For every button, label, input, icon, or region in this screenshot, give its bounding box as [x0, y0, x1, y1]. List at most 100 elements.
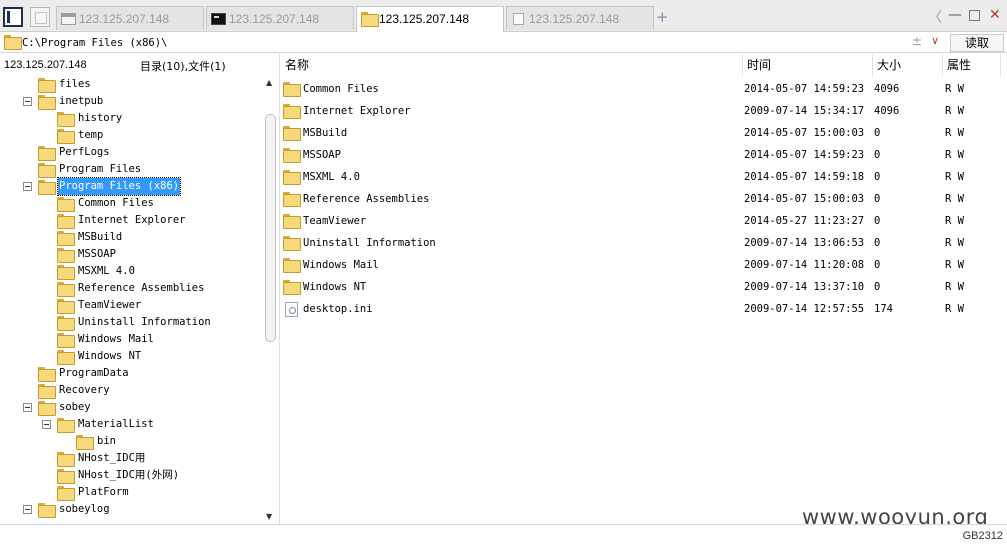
encoding-label[interactable]: GB2312 — [963, 530, 1003, 542]
file-list-header: 名称 时间 大小 属性 — [281, 54, 1007, 76]
file-row[interactable]: Windows NT 2009-07-14 13:37:10 0 R W — [281, 276, 1007, 298]
file-name: desktop.ini — [303, 303, 373, 315]
file-row[interactable]: TeamViewer 2014-05-27 11:23:27 0 R W — [281, 210, 1007, 232]
file-row[interactable]: MSSOAP 2014-05-07 14:59:23 0 R W — [281, 144, 1007, 166]
path-input[interactable] — [22, 36, 902, 50]
read-button[interactable]: 读取 — [950, 34, 1004, 52]
file-row[interactable]: Internet Explorer 2009-07-14 15:34:17 40… — [281, 100, 1007, 122]
folder-icon — [283, 170, 301, 185]
file-row[interactable]: Uninstall Information 2009-07-14 13:06:5… — [281, 232, 1007, 254]
file-time: 2014-05-07 14:59:23 — [744, 149, 865, 161]
file-name: Uninstall Information — [303, 237, 436, 249]
settings-file-icon — [285, 302, 298, 317]
file-name: MSXML 4.0 — [303, 171, 360, 183]
address-bar: ± ∨ 读取 — [0, 33, 1007, 53]
file-size: 0 — [874, 259, 881, 271]
folder-icon — [283, 280, 301, 295]
tab-list-button[interactable] — [30, 7, 50, 27]
file-row[interactable]: MSXML 4.0 2014-05-07 14:59:18 0 R W — [281, 166, 1007, 188]
folder-icon — [38, 146, 56, 161]
file-name: Common Files — [303, 83, 379, 95]
back-icon[interactable]: 〈 — [928, 7, 942, 27]
file-time: 2009-07-14 15:34:17 — [744, 105, 865, 117]
tree-header: 123.125.207.148 目录(10),文件(1) — [0, 54, 278, 76]
file-attr: R W — [945, 149, 964, 161]
sidebar-toggle-button[interactable] — [3, 7, 23, 27]
folder-icon — [283, 126, 301, 141]
status-bar: GB2312 — [0, 524, 1007, 547]
minimize-icon[interactable]: — — [948, 7, 962, 23]
tree-scrollbar[interactable]: ▲ ▼ — [264, 78, 277, 524]
document-icon — [513, 13, 524, 25]
file-time: 2014-05-07 14:59:23 — [744, 83, 865, 95]
file-attr: R W — [945, 281, 964, 293]
tab-label: 123.125.207.148 — [529, 12, 620, 26]
folder-icon — [57, 282, 75, 297]
file-attr: R W — [945, 83, 964, 95]
file-row[interactable]: Reference Assemblies 2014-05-07 15:00:03… — [281, 188, 1007, 210]
file-size: 0 — [874, 237, 881, 249]
file-list: Common Files 2014-05-07 14:59:23 4096 R … — [281, 78, 1007, 518]
file-name: Windows Mail — [303, 259, 379, 271]
folder-icon — [361, 12, 379, 27]
path-separator-icon: ± — [912, 34, 923, 48]
folder-icon — [283, 192, 301, 207]
file-size: 0 — [874, 127, 881, 139]
folder-icon — [38, 503, 56, 518]
file-size: 174 — [874, 303, 893, 315]
file-row[interactable]: MSBuild 2014-05-07 15:00:03 0 R W — [281, 122, 1007, 144]
file-attr: R W — [945, 171, 964, 183]
scroll-down-icon[interactable]: ▼ — [266, 512, 272, 521]
collapse-icon[interactable] — [23, 505, 32, 514]
file-name: Windows NT — [303, 281, 367, 293]
folder-icon — [57, 452, 75, 467]
file-row[interactable]: Windows Mail 2009-07-14 11:20:08 0 R W — [281, 254, 1007, 276]
file-size: 0 — [874, 171, 881, 183]
folder-icon — [57, 112, 75, 127]
chevron-down-icon[interactable]: ∨ — [931, 34, 939, 47]
folder-icon — [57, 265, 75, 280]
file-name: MSSOAP — [303, 149, 341, 161]
add-tab-icon[interactable]: + — [656, 8, 669, 26]
folder-icon — [283, 258, 301, 273]
file-time: 2009-07-14 13:37:10 — [744, 281, 865, 293]
file-attr: R W — [945, 303, 964, 315]
folder-icon — [38, 180, 56, 195]
pane-splitter[interactable] — [279, 54, 280, 524]
folder-icon — [57, 248, 75, 263]
column-time[interactable]: 时间 — [743, 54, 873, 76]
file-row[interactable]: Common Files 2014-05-07 14:59:23 4096 R … — [281, 78, 1007, 100]
collapse-icon[interactable] — [23, 97, 32, 106]
scroll-thumb[interactable] — [265, 114, 276, 342]
collapse-icon[interactable] — [23, 182, 32, 191]
column-attributes[interactable]: 属性 — [943, 54, 1001, 76]
tab-label: 123.125.207.148 — [229, 12, 320, 26]
file-name: MSBuild — [303, 127, 348, 139]
scroll-up-icon[interactable]: ▲ — [266, 78, 272, 87]
file-size: 0 — [874, 281, 881, 293]
file-time: 2014-05-27 11:23:27 — [744, 215, 865, 227]
tab-document[interactable]: 123.125.207.148 — [506, 6, 654, 30]
column-size[interactable]: 大小 — [873, 54, 943, 76]
dir-file-count: 目录(10),文件(1) — [140, 60, 226, 73]
directory-tree: files inetpub history temp PerfLogs Prog… — [0, 76, 265, 522]
collapse-icon[interactable] — [42, 420, 51, 429]
close-icon[interactable]: ✕ — [989, 7, 1001, 23]
file-time: 2014-05-07 14:59:18 — [744, 171, 865, 183]
file-time: 2009-07-14 13:06:53 — [744, 237, 865, 249]
collapse-icon[interactable] — [23, 403, 32, 412]
file-row[interactable]: desktop.ini 2009-07-14 12:57:55 174 R W — [281, 298, 1007, 320]
maximize-icon[interactable]: □ — [968, 7, 981, 23]
folder-icon — [57, 333, 75, 348]
file-time: 2009-07-14 11:20:08 — [744, 259, 865, 271]
file-time: 2009-07-14 12:57:55 — [744, 303, 865, 315]
folder-icon — [283, 214, 301, 229]
file-attr: R W — [945, 193, 964, 205]
tab-terminal[interactable]: 123.125.207.148 — [206, 6, 354, 30]
column-name[interactable]: 名称 — [281, 54, 743, 76]
tab-file-manager[interactable]: 123.125.207.148 — [356, 6, 504, 32]
folder-icon — [38, 401, 56, 416]
folder-icon — [283, 236, 301, 251]
tab-session-1[interactable]: 123.125.207.148 — [56, 6, 204, 30]
folder-icon — [38, 163, 56, 178]
